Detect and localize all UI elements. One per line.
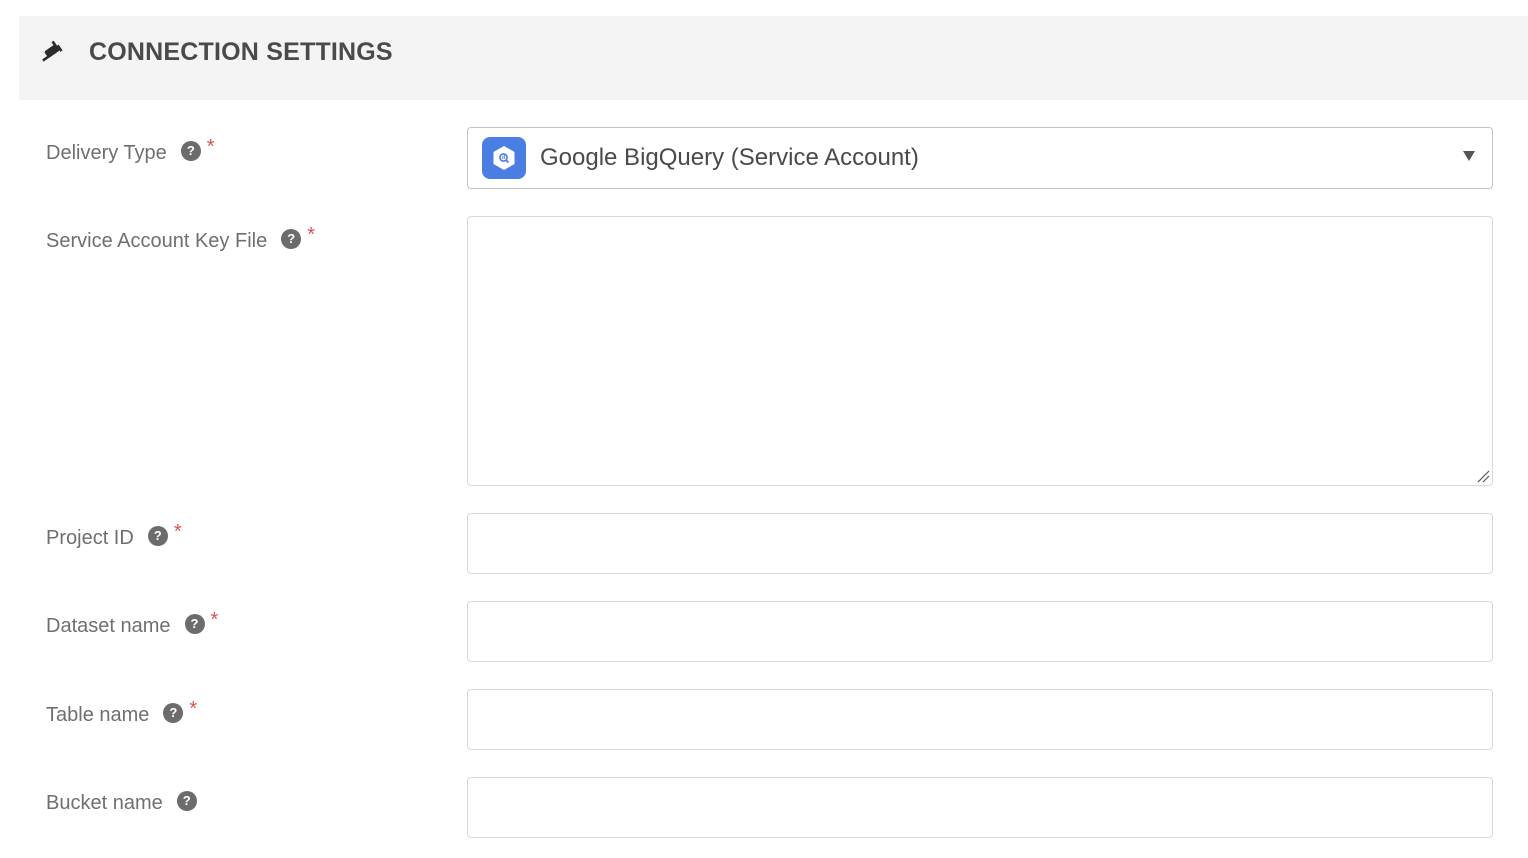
project-id-label-text: Project ID <box>46 527 134 549</box>
plug-icon <box>41 38 67 64</box>
help-icon[interactable]: ? <box>180 140 201 161</box>
dataset-name-input[interactable] <box>467 601 1493 662</box>
delivery-type-label-text: Delivery Type <box>46 142 167 164</box>
service-account-key-file-textarea[interactable] <box>467 216 1493 486</box>
chevron-down-icon[interactable] <box>1463 151 1475 161</box>
service-account-key-file-label: Service Account Key File ? * <box>46 224 315 253</box>
dataset-name-label-text: Dataset name <box>46 615 171 637</box>
delivery-type-label: Delivery Type ? * <box>46 136 215 165</box>
service-account-key-file-label-text: Service Account Key File <box>46 230 268 252</box>
project-id-label: Project ID ? * <box>46 521 182 550</box>
help-icon[interactable]: ? <box>281 228 302 249</box>
required-indicator: * <box>206 136 215 158</box>
bucket-name-input[interactable] <box>467 777 1493 838</box>
section-title: CONNECTION SETTINGS <box>89 38 393 66</box>
bucket-name-label-text: Bucket name <box>46 792 163 814</box>
connection-settings-header: CONNECTION SETTINGS <box>19 16 1528 100</box>
required-indicator: * <box>189 698 198 720</box>
required-indicator: * <box>307 224 316 246</box>
resize-handle-icon[interactable] <box>1476 469 1490 483</box>
delivery-type-value: Google BigQuery (Service Account) <box>540 144 919 171</box>
required-indicator: * <box>173 521 182 543</box>
help-icon[interactable]: ? <box>163 702 184 723</box>
table-name-label: Table name ? * <box>46 698 197 727</box>
table-name-input[interactable] <box>467 689 1493 750</box>
project-id-input[interactable] <box>467 513 1493 574</box>
delivery-type-select[interactable]: Google BigQuery (Service Account) <box>467 127 1493 189</box>
required-indicator: * <box>210 609 219 631</box>
bigquery-logo-icon <box>482 137 526 179</box>
table-name-label-text: Table name <box>46 704 150 726</box>
dataset-name-label: Dataset name ? * <box>46 609 218 638</box>
bucket-name-label: Bucket name ? <box>46 790 197 815</box>
help-icon[interactable]: ? <box>176 790 197 811</box>
help-icon[interactable]: ? <box>147 525 168 546</box>
help-icon[interactable]: ? <box>184 613 205 634</box>
